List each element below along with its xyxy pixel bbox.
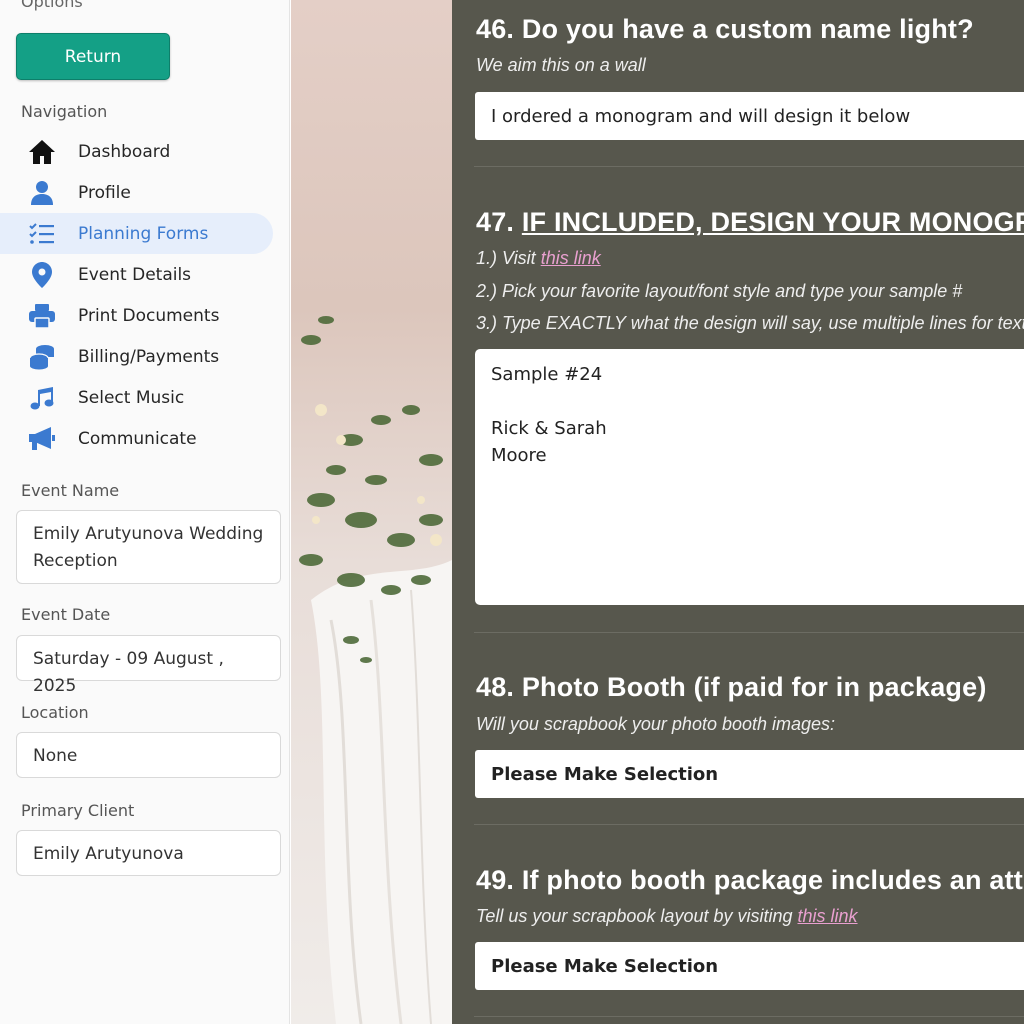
question-46-title: 46. Do you have a custom name light? — [476, 14, 974, 44]
subtitle-text: Tell us your scrapbook layout by visitin… — [476, 906, 798, 926]
nav-item-event-details[interactable]: Event Details — [0, 254, 273, 295]
event-date-field[interactable]: Saturday - 09 August , 2025 — [16, 635, 281, 696]
divider — [474, 166, 1024, 167]
divider — [474, 1016, 1024, 1017]
question-47-title: 47. IF INCLUDED, DESIGN YOUR MONOGRAM — [476, 207, 1024, 238]
return-button[interactable]: Return — [16, 33, 170, 80]
navigation-heading: Navigation — [21, 102, 108, 121]
scrapbook-layout-link[interactable]: this link — [798, 906, 858, 926]
question-48-title: 48. Photo Booth (if paid for in package) — [476, 672, 987, 702]
question-47-heading: IF INCLUDED, DESIGN YOUR MONOGRAM — [521, 207, 1024, 237]
nav-label: Select Music — [78, 387, 185, 408]
question-49-subtitle: Tell us your scrapbook layout by visitin… — [476, 906, 858, 927]
nav-list: Dashboard Profile Planning Forms Event D… — [0, 131, 290, 459]
question-47-step2: 2.) Pick your favorite layout/font style… — [476, 281, 963, 301]
sidebar: Options Return Navigation Dashboard Prof… — [0, 0, 290, 1024]
event-date-label: Event Date — [21, 605, 111, 624]
question-46-select[interactable]: I ordered a monogram and will design it … — [475, 92, 1024, 140]
nav-label: Event Details — [78, 264, 192, 285]
question-49-title: 49. If photo booth package includes an a… — [476, 865, 1024, 895]
question-46-subtitle: We aim this on a wall — [476, 55, 646, 75]
planning-form-panel: 46. Do you have a custom name light? We … — [452, 0, 1024, 1024]
event-name-field[interactable]: Emily Arutyunova Wedding Reception — [16, 510, 281, 584]
nav-item-dashboard[interactable]: Dashboard — [0, 131, 273, 172]
nav-label: Profile — [78, 182, 131, 203]
nav-label: Dashboard — [78, 141, 171, 162]
nav-item-profile[interactable]: Profile — [0, 172, 273, 213]
nav-item-communicate[interactable]: Communicate — [0, 418, 273, 459]
question-48-subtitle: Will you scrapbook your photo booth imag… — [476, 714, 836, 734]
divider — [474, 632, 1024, 633]
background-photo — [291, 0, 452, 1024]
nav-label: Communicate — [78, 428, 197, 449]
primary-client-label: Primary Client — [21, 801, 135, 820]
coins-icon — [28, 343, 56, 371]
monogram-textarea[interactable]: Sample #24 Rick & Sarah Moore — [475, 349, 1024, 605]
nav-item-print-documents[interactable]: Print Documents — [0, 295, 273, 336]
nav-item-billing-payments[interactable]: Billing/Payments — [0, 336, 273, 377]
location-label: Location — [21, 703, 89, 722]
question-49-select[interactable]: Please Make Selection — [475, 942, 1024, 990]
primary-client-field[interactable]: Emily Arutyunova — [16, 830, 281, 876]
divider — [474, 824, 1024, 825]
checklist-icon — [28, 220, 56, 248]
question-47-number: 47. — [476, 207, 515, 237]
megaphone-icon — [28, 425, 56, 453]
question-47-step3: 3.) Type EXACTLY what the design will sa… — [476, 313, 1024, 333]
printer-icon — [28, 302, 56, 330]
question-47-step1: 1.) Visit this link — [476, 248, 601, 269]
step1-text: 1.) Visit — [476, 248, 541, 268]
location-field[interactable]: None — [16, 732, 281, 778]
user-icon — [28, 179, 56, 207]
event-name-label: Event Name — [21, 481, 120, 500]
monogram-link[interactable]: this link — [541, 248, 601, 268]
question-48-select[interactable]: Please Make Selection — [475, 750, 1024, 798]
nav-item-planning-forms[interactable]: Planning Forms — [0, 213, 273, 254]
home-icon — [28, 138, 56, 166]
nav-label: Planning Forms — [78, 223, 209, 244]
map-pin-icon — [28, 261, 56, 289]
options-heading: Options — [21, 0, 83, 11]
nav-label: Billing/Payments — [78, 346, 220, 367]
music-note-icon — [28, 384, 56, 412]
nav-item-select-music[interactable]: Select Music — [0, 377, 273, 418]
nav-label: Print Documents — [78, 305, 220, 326]
